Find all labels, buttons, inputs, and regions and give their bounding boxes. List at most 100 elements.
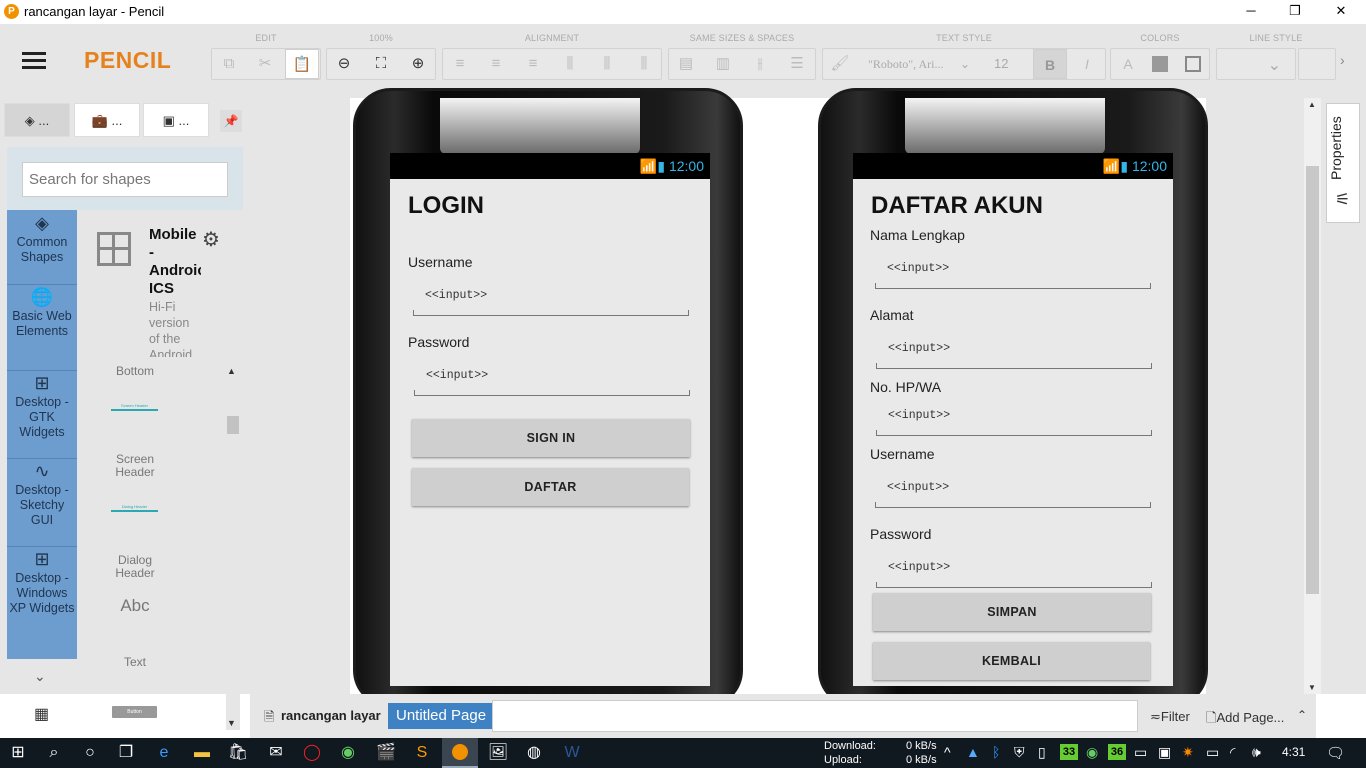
- document-name[interactable]: rancangan layar: [281, 708, 381, 723]
- password-input[interactable]: <<input>>: [426, 369, 488, 382]
- greenshot-icon[interactable]: ◉: [330, 738, 366, 768]
- shape-bottom-label[interactable]: Bottom: [100, 364, 170, 378]
- shape-text-preview[interactable]: Abc: [100, 596, 170, 616]
- category-sketchy[interactable]: ∿ Desktop - Sketchy GUI: [7, 462, 77, 528]
- align-left-button[interactable]: ≡: [443, 49, 477, 79]
- maximize-button[interactable]: ❐: [1272, 0, 1318, 24]
- shape-text-label[interactable]: Text: [100, 655, 170, 669]
- chevron-up-icon[interactable]: ^: [944, 744, 951, 760]
- badge-33[interactable]: 33: [1060, 744, 1078, 760]
- cortana-icon[interactable]: ○: [72, 738, 108, 768]
- windows-start-icon[interactable]: ⊞: [0, 738, 36, 768]
- line-style-select[interactable]: ⌄: [1216, 48, 1296, 80]
- category-common-shapes[interactable]: ◈ Common Shapes: [7, 214, 77, 265]
- copy-button[interactable]: ⧉: [212, 49, 246, 79]
- badge-36[interactable]: 36: [1108, 744, 1126, 760]
- category-winxp[interactable]: ⊞ Desktop - Windows XP Widgets: [7, 550, 77, 616]
- gear-icon[interactable]: ⚙: [202, 227, 220, 252]
- no-hp-input[interactable]: <<input>>: [888, 409, 950, 422]
- tab-clipart[interactable]: ▣ ...: [143, 103, 209, 137]
- keyboard-icon[interactable]: ▣: [1158, 744, 1171, 761]
- font-size-input[interactable]: 12: [984, 49, 1028, 79]
- add-page-button[interactable]: 🗋Add Page...: [1206, 709, 1284, 731]
- wifi-icon[interactable]: ◜: [1230, 744, 1235, 761]
- alamat-input[interactable]: <<input>>: [888, 342, 950, 355]
- align-right-button[interactable]: ≡: [516, 49, 550, 79]
- same-width-button[interactable]: ▤: [669, 49, 703, 79]
- task-view-icon[interactable]: ❐: [108, 738, 144, 768]
- nama-lengkap-input[interactable]: <<input>>: [887, 262, 949, 275]
- sublime-icon[interactable]: S: [404, 738, 440, 768]
- bluetooth-icon[interactable]: ᛒ: [992, 744, 1000, 760]
- stroke-color-button[interactable]: [1176, 49, 1210, 79]
- notifications-icon[interactable]: 🗨: [1326, 744, 1345, 762]
- search-icon[interactable]: ⌕: [36, 738, 72, 768]
- video-editor-icon[interactable]: 🎬: [368, 738, 404, 768]
- pencil-taskbar-button[interactable]: [442, 738, 478, 768]
- opera-icon[interactable]: ◯: [294, 738, 330, 768]
- space-v-button[interactable]: ☰: [780, 49, 814, 79]
- category-basic-web[interactable]: 🌐 Basic Web Elements: [7, 288, 77, 339]
- search-input[interactable]: Search for shapes: [22, 162, 228, 197]
- align-top-button[interactable]: ⫼: [553, 49, 587, 79]
- battery-icon[interactable]: ▭: [1206, 744, 1219, 761]
- zoom-in-button[interactable]: ⊕: [401, 49, 435, 79]
- grid-view-icon[interactable]: ▦: [34, 704, 49, 724]
- scroll-thumb[interactable]: [1306, 166, 1319, 594]
- same-height-button[interactable]: ▥: [706, 49, 740, 79]
- drive-icon[interactable]: ▲: [966, 744, 980, 760]
- file-explorer-icon[interactable]: ▬: [184, 738, 220, 768]
- shape-dialog-header-label[interactable]: Dialog Header: [100, 554, 170, 580]
- page-tab[interactable]: Untitled Page: [388, 703, 492, 729]
- align-middle-button[interactable]: ⫼: [590, 49, 624, 79]
- reg-password-input[interactable]: <<input>>: [888, 561, 950, 574]
- minimize-button[interactable]: ─: [1228, 0, 1274, 24]
- store-icon[interactable]: 🛍: [220, 738, 256, 768]
- zoom-out-button[interactable]: ⊖: [327, 49, 361, 79]
- shapes-scrollbar[interactable]: ▲ ▼: [226, 364, 240, 730]
- bold-button[interactable]: B: [1033, 49, 1067, 79]
- pin-button[interactable]: 📌: [220, 110, 242, 132]
- defender-icon[interactable]: ⛨: [1014, 744, 1025, 761]
- edge-icon[interactable]: e: [146, 738, 182, 768]
- paste-button[interactable]: 📋: [285, 49, 319, 79]
- tray-app-icon[interactable]: ◉: [1086, 744, 1098, 761]
- display-icon[interactable]: ▭: [1134, 744, 1147, 761]
- mail-icon[interactable]: ✉: [258, 738, 294, 768]
- daftar-button[interactable]: DAFTAR: [412, 468, 689, 506]
- clock[interactable]: 4:31: [1282, 745, 1305, 759]
- volume-icon[interactable]: 🕪: [1252, 744, 1261, 761]
- italic-button[interactable]: I: [1070, 49, 1104, 79]
- text-color-button[interactable]: A: [1111, 49, 1145, 79]
- avast-icon[interactable]: ✷: [1182, 744, 1194, 761]
- shape-screen-header-preview[interactable]: [111, 409, 158, 411]
- kembali-button[interactable]: KEMBALI: [873, 642, 1150, 680]
- align-center-button[interactable]: ≡: [479, 49, 513, 79]
- chrome-icon[interactable]: ◍: [516, 738, 552, 768]
- shape-button-preview[interactable]: Button: [112, 706, 157, 718]
- toolbar-scroll-right-icon[interactable]: ›: [1340, 52, 1345, 68]
- space-h-button[interactable]: ⫲: [743, 49, 777, 79]
- category-gtk[interactable]: ⊞ Desktop - GTK Widgets: [7, 374, 77, 440]
- format-painter-button[interactable]: 🖌: [823, 49, 857, 79]
- sign-in-button[interactable]: SIGN IN: [412, 419, 690, 457]
- simpan-button[interactable]: SIMPAN: [873, 593, 1151, 631]
- tab-collections[interactable]: ◈ ...: [4, 103, 70, 137]
- tab-private-collection[interactable]: 💼 ...: [74, 103, 140, 137]
- device-icon[interactable]: ▯: [1038, 744, 1046, 761]
- close-button[interactable]: ✕: [1318, 0, 1364, 24]
- shape-screen-header-label[interactable]: Screen Header: [100, 453, 170, 479]
- username-input[interactable]: <<input>>: [425, 289, 487, 302]
- menu-button[interactable]: [18, 46, 50, 74]
- photos-icon[interactable]: 🖼: [480, 738, 516, 768]
- shape-dialog-header-preview[interactable]: [111, 510, 158, 512]
- cut-button[interactable]: ✂: [248, 49, 282, 79]
- align-bottom-button[interactable]: ⫼: [627, 49, 661, 79]
- filter-button[interactable]: ≂Filter: [1150, 709, 1190, 725]
- chevron-up-icon[interactable]: ⌃: [1297, 708, 1307, 722]
- fill-color-button[interactable]: [1143, 49, 1177, 79]
- chevron-down-icon[interactable]: ⌄: [34, 668, 46, 685]
- zoom-fit-button[interactable]: ⛶: [364, 49, 398, 79]
- font-family-select[interactable]: "Roboto", Ari... ⌄: [858, 49, 978, 79]
- reg-username-input[interactable]: <<input>>: [887, 481, 949, 494]
